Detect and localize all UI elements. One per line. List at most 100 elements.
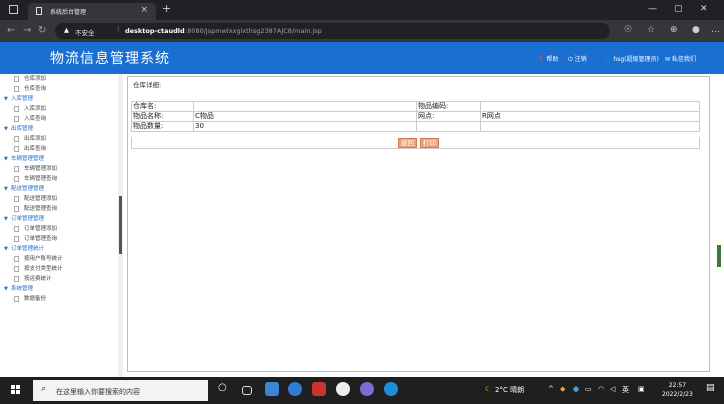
maximize-button[interactable]: ▢ bbox=[674, 4, 683, 14]
windows-start-icon[interactable] bbox=[11, 385, 21, 395]
new-tab-button[interactable]: + bbox=[162, 2, 171, 15]
value-cell bbox=[480, 121, 700, 132]
sidebar-label: 入库添加 bbox=[24, 106, 47, 112]
sidebar-label: 配送管理管理 bbox=[11, 186, 45, 192]
sidebar-group[interactable]: ▼ 出库管理 bbox=[0, 124, 118, 134]
back-button[interactable]: 返回 bbox=[398, 138, 417, 148]
more-icon[interactable]: … bbox=[711, 25, 720, 35]
sidebar-item[interactable]: 出库添加 bbox=[0, 134, 118, 144]
tray-overflow-icon[interactable]: ^ bbox=[548, 385, 554, 393]
profile-icon[interactable]: ● bbox=[692, 25, 700, 35]
sidebar-label: 系统管理 bbox=[11, 286, 34, 292]
sidebar-label: 订单管理查询 bbox=[24, 236, 58, 242]
cortana-icon[interactable]: ○ bbox=[218, 382, 232, 396]
sidebar-scroll-thumb[interactable] bbox=[119, 196, 122, 254]
value-cell bbox=[193, 101, 417, 112]
edge-icon[interactable] bbox=[288, 382, 302, 396]
tab-close-icon[interactable]: × bbox=[140, 5, 148, 15]
sidebar-item[interactable]: 仓库查询 bbox=[0, 84, 118, 94]
sidebar-item[interactable]: 入库查询 bbox=[0, 114, 118, 124]
app-icon-2[interactable] bbox=[360, 382, 374, 396]
help-link[interactable]: ❓ 帮助 bbox=[537, 54, 558, 63]
sidebar-item[interactable]: 配送管理添加 bbox=[0, 194, 118, 204]
document-icon bbox=[14, 146, 19, 152]
read-aloud-icon[interactable]: ☉ bbox=[624, 25, 632, 35]
sidebar-item[interactable]: 数据备份 bbox=[0, 294, 118, 304]
sidebar-item[interactable]: 仓库添加 bbox=[0, 74, 118, 84]
keyboard-icon[interactable]: ▣ bbox=[638, 385, 645, 393]
sidebar-group[interactable]: ▼ 订单管理统计 bbox=[0, 244, 118, 254]
document-icon bbox=[14, 86, 19, 92]
sidebar-item[interactable]: 配送管理查询 bbox=[0, 204, 118, 214]
print-button[interactable]: 打印 bbox=[420, 138, 439, 148]
sidebar-item[interactable]: 入库添加 bbox=[0, 104, 118, 114]
sidebar-group[interactable]: ▼ 配送管理管理 bbox=[0, 184, 118, 194]
security-label[interactable]: 不安全 bbox=[75, 27, 95, 37]
sidebar-group[interactable]: ▼ 车辆管理管理 bbox=[0, 154, 118, 164]
sidebar-group[interactable]: ▼ 订单管理管理 bbox=[0, 214, 118, 224]
sidebar-item[interactable]: 车辆管理添加 bbox=[0, 164, 118, 174]
sidebar: 仓库添加 仓库查询 ▼ 入库管理入库添加入库查询 ▼ 出库管理出库添加出库查询 ▼ 车辆管理管… bbox=[0, 74, 118, 377]
document-icon bbox=[14, 116, 19, 122]
notification-icon[interactable]: ▤ bbox=[706, 383, 715, 393]
taskbar-search[interactable]: ⌕ 在这里输入你要搜索的内容 bbox=[33, 380, 208, 401]
sidebar-group[interactable]: ▼ 入库管理 bbox=[0, 94, 118, 104]
sidebar-label: 订单管理管理 bbox=[11, 216, 45, 222]
content-panel: 仓库详细: 仓库名: 物品编码: 物品名称: C物品 网点: R网点 物品数量:… bbox=[127, 76, 710, 372]
sidebar-item[interactable]: 出库查询 bbox=[0, 144, 118, 154]
sidebar-label: 出库添加 bbox=[24, 136, 47, 142]
search-placeholder: 在这里输入你要搜索的内容 bbox=[56, 388, 140, 396]
logout-link[interactable]: ⏻ 注销 bbox=[568, 54, 587, 64]
forward-arrow-icon[interactable]: → bbox=[23, 25, 31, 36]
user-label: hsg(超级管理员) bbox=[613, 56, 659, 63]
favorites-icon[interactable]: ☆ bbox=[647, 25, 655, 35]
volume-icon[interactable]: ◁ bbox=[610, 385, 615, 393]
sidebar-item[interactable]: 按运费统计 bbox=[0, 274, 118, 284]
sidebar-item[interactable]: 订单管理查询 bbox=[0, 234, 118, 244]
wifi-icon[interactable]: ◠ bbox=[598, 385, 604, 393]
sidebar-item[interactable]: 按用户账号统计 bbox=[0, 254, 118, 264]
label-cell: 网点: bbox=[416, 111, 481, 122]
app-icon[interactable] bbox=[336, 382, 350, 396]
task-view-icon[interactable] bbox=[242, 386, 252, 395]
sidebar-item[interactable]: 车辆管理查询 bbox=[0, 174, 118, 184]
network-icon[interactable]: ▭ bbox=[585, 385, 592, 393]
message-label: 私信我们 bbox=[671, 56, 696, 63]
value-cell: C物品 bbox=[193, 111, 417, 122]
tab-actions-icon[interactable] bbox=[9, 5, 18, 14]
sidebar-label: 订单管理统计 bbox=[11, 246, 45, 252]
sidebar-label: 车辆管理添加 bbox=[24, 166, 58, 172]
value-cell: R网点 bbox=[480, 111, 700, 122]
ime-label[interactable]: 英 bbox=[622, 385, 629, 395]
url-divider: | bbox=[117, 25, 120, 33]
file-explorer-icon[interactable] bbox=[265, 382, 279, 396]
back-arrow-icon[interactable]: ← bbox=[7, 25, 15, 36]
browser-tab[interactable]: 系统后台管理 × bbox=[28, 3, 156, 20]
document-icon bbox=[14, 226, 19, 232]
label-cell: 仓库名: bbox=[131, 101, 194, 112]
sidebar-item[interactable]: 订单管理添加 bbox=[0, 224, 118, 234]
sidebar-label: 订单管理添加 bbox=[24, 226, 58, 232]
wps-icon[interactable] bbox=[312, 382, 326, 396]
reload-icon[interactable]: ↻ bbox=[38, 25, 46, 36]
tray-app-icon[interactable]: ◆ bbox=[560, 385, 565, 393]
url-field[interactable]: ▲ 不安全 | desktop-ctaudld :8080/jspmwlxxgl… bbox=[55, 23, 610, 39]
browser-taskbar-icon[interactable] bbox=[384, 382, 398, 396]
sidebar-group[interactable]: ▼ 系统管理 bbox=[0, 284, 118, 294]
sidebar-label: 按支付类型统计 bbox=[24, 266, 63, 272]
clock-date: 2022/2/23 bbox=[662, 391, 693, 398]
minimize-button[interactable]: — bbox=[648, 4, 657, 14]
expand-triangle-icon: ▼ bbox=[4, 156, 8, 162]
clock[interactable]: 22:57 2022/2/23 bbox=[662, 381, 693, 399]
sidebar-item[interactable]: 按支付类型统计 bbox=[0, 264, 118, 274]
tray-shield-icon[interactable]: ● bbox=[573, 385, 579, 393]
user-link[interactable]: 👤 hsg(超级管理员) bbox=[604, 54, 659, 63]
expand-triangle-icon: ▼ bbox=[4, 186, 8, 192]
document-icon bbox=[14, 266, 19, 272]
expand-triangle-icon: ▼ bbox=[4, 216, 8, 222]
message-link[interactable]: ✉ 私信我们 bbox=[665, 54, 696, 63]
collections-icon[interactable]: ⊕ bbox=[670, 25, 678, 35]
table-row: 仓库名: 物品编码: bbox=[131, 101, 700, 112]
close-window-button[interactable]: ✕ bbox=[700, 4, 708, 14]
weather-text[interactable]: 2°C 晴朗 bbox=[495, 385, 524, 395]
